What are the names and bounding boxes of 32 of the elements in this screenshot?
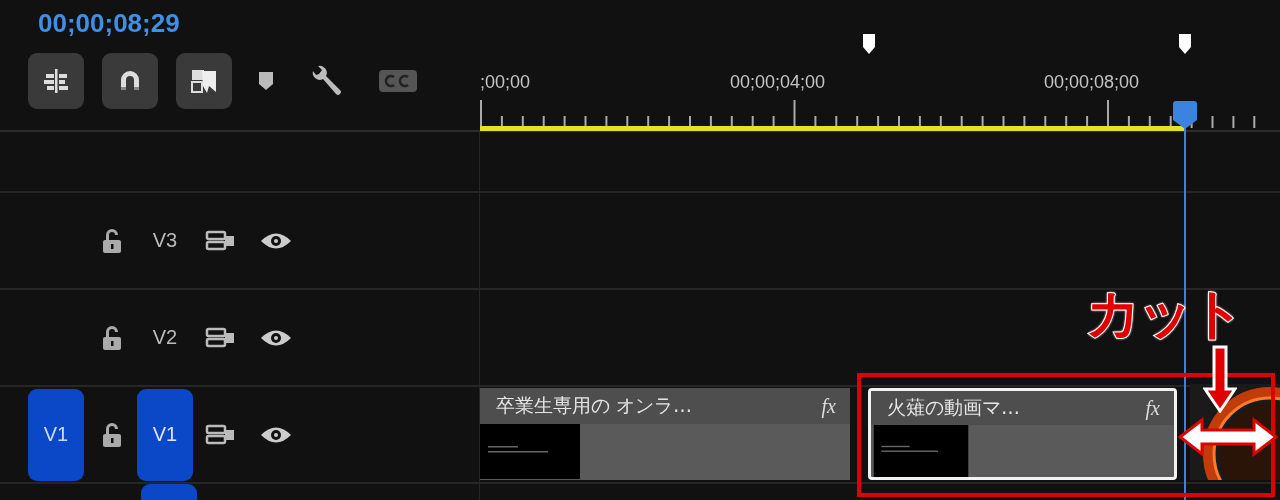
linked-selection-button[interactable] — [176, 53, 232, 109]
timecode[interactable]: 00;00;08;29 — [38, 8, 480, 39]
source-patch-button[interactable]: V1 — [28, 388, 84, 481]
marker-icon[interactable] — [1178, 33, 1192, 55]
captions-icon[interactable] — [378, 68, 418, 94]
nest-icon — [41, 66, 71, 96]
marker-icon[interactable] — [258, 71, 274, 91]
marker-icon[interactable] — [862, 33, 876, 55]
annotation-label: カット — [1086, 281, 1242, 347]
unlocked-lock-icon[interactable] — [101, 226, 123, 255]
track-target-button[interactable] — [141, 484, 197, 500]
insert-nested-button[interactable] — [28, 53, 84, 109]
sync-lock-icon[interactable] — [205, 228, 237, 253]
playhead-handle[interactable] — [1172, 100, 1198, 130]
unlocked-lock-icon[interactable] — [101, 323, 123, 352]
unlocked-lock-icon[interactable] — [101, 420, 123, 449]
fx-label: fx — [821, 394, 836, 418]
track-target-button[interactable]: V3 — [137, 194, 193, 287]
time-label: 00;00;08;00 — [1044, 72, 1140, 93]
video-clip[interactable]: 火薙の動画マ… fx — [868, 388, 1177, 480]
magnet-button[interactable] — [102, 53, 158, 109]
video-clip[interactable]: 卒業生専用の オンラ… fx — [480, 388, 850, 480]
time-label: ;00;00 — [480, 72, 531, 93]
track-target-button[interactable]: V2 — [137, 291, 193, 384]
sync-lock-icon[interactable] — [205, 422, 237, 447]
sync-lock-icon[interactable] — [205, 325, 237, 350]
track-target-button[interactable]: V1 — [137, 388, 193, 481]
down-arrow — [1203, 345, 1237, 413]
fx-label: fx — [1145, 396, 1160, 420]
clip-title: 卒業生専用の オンラ… — [496, 393, 693, 418]
clip-title: 火薙の動画マ… — [887, 395, 1020, 420]
time-label: 00;00;04;00 — [730, 72, 826, 93]
